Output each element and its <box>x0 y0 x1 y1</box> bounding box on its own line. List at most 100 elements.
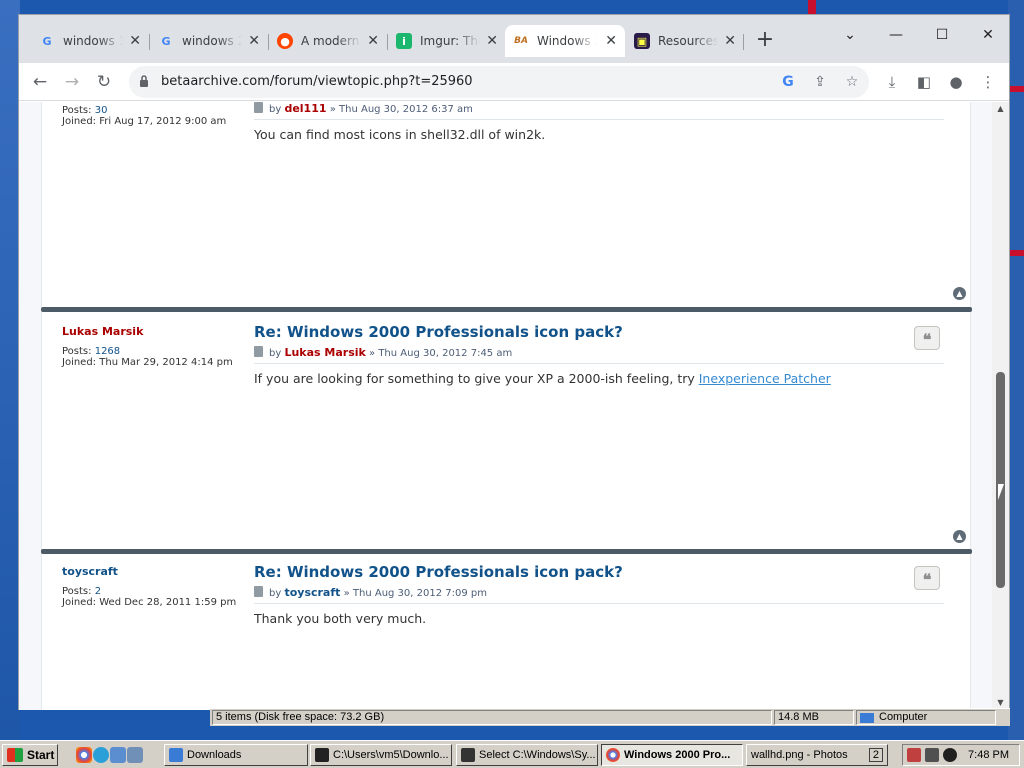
lock-icon[interactable] <box>139 74 149 88</box>
desktop-window-edge <box>808 0 816 14</box>
post-author[interactable]: del111 <box>284 102 326 115</box>
back-arrow-icon[interactable]: ← <box>27 69 53 95</box>
tab-5-active[interactable]: BA Windows 2 ✕ <box>505 25 625 57</box>
profile-avatar-icon[interactable]: ● <box>943 69 969 95</box>
close-icon[interactable]: ✕ <box>605 33 617 49</box>
post-profile: Posts: 30 Joined: Fri Aug 17, 2012 9:00 … <box>62 105 226 127</box>
tab-label: windows 1 <box>63 34 123 48</box>
post-meta: by toyscraft » Thu Aug 30, 2012 7:09 pm <box>254 586 487 599</box>
posts-count[interactable]: 30 <box>95 105 108 116</box>
taskbar-task[interactable]: C:\Users\vm5\Downlo... <box>310 744 452 766</box>
post-icon[interactable] <box>254 102 263 113</box>
browser-window: G windows 1 ✕ G windows 2 ✕ ● A modern ✕… <box>18 14 1010 710</box>
volume-icon[interactable] <box>943 748 957 762</box>
close-window-button[interactable]: ✕ <box>965 21 1011 49</box>
desktop-window-edge <box>1008 250 1024 256</box>
browser-toolbar: ← → ↻ betaarchive.com/forum/viewtopic.ph… <box>19 63 1009 101</box>
show-desktop-icon[interactable] <box>127 747 143 763</box>
taskbar-task-active[interactable]: Windows 2000 Pro... <box>601 744 743 766</box>
menu-kebab-icon[interactable]: ⋮ <box>975 69 1001 95</box>
scroll-up-icon[interactable]: ▲ <box>992 102 1009 116</box>
posts-count[interactable]: 1268 <box>95 346 120 357</box>
google-lens-icon[interactable]: G <box>777 71 799 93</box>
share-icon[interactable]: ⇪ <box>809 71 831 93</box>
explorer-status-bar: 5 items (Disk free space: 73.2 GB) 14.8 … <box>210 708 1010 726</box>
taskbar-task[interactable]: wallhd.png - Photos 2 <box>746 744 888 766</box>
status-cell: 14.8 MB <box>774 710 854 725</box>
tab-4[interactable]: i Imgur: The ✕ <box>388 25 506 57</box>
status-size: 14.8 MB <box>778 711 819 723</box>
reload-icon[interactable]: ↻ <box>91 69 117 95</box>
google-icon: G <box>161 34 171 48</box>
post-username[interactable]: Lukas Marsik <box>62 325 233 338</box>
url-text[interactable]: betaarchive.com/forum/viewtopic.php?t=25… <box>161 74 473 89</box>
tab-label: A modern <box>301 34 360 48</box>
new-tab-button[interactable]: + <box>753 29 777 53</box>
post-icon[interactable] <box>254 586 263 597</box>
task-label: wallhd.png - Photos <box>751 749 848 761</box>
chevron-down-icon[interactable]: ⌄ <box>827 21 873 49</box>
clock[interactable]: 7:48 PM <box>968 749 1009 761</box>
post-date: » Thu Aug 30, 2012 7:09 pm <box>343 588 487 599</box>
scrollbar-thumb[interactable] <box>996 372 1005 588</box>
post-author[interactable]: toyscraft <box>284 586 340 599</box>
forum-page: Posts: 30 Joined: Fri Aug 17, 2012 9:00 … <box>19 102 992 710</box>
back-to-top-icon[interactable]: ▲ <box>953 530 966 543</box>
google-icon: G <box>42 34 52 48</box>
tab-label: windows 2 <box>182 34 242 48</box>
vertical-scrollbar[interactable]: ▲ ▼ <box>992 102 1009 710</box>
quote-button[interactable]: ❝ <box>914 566 940 590</box>
start-button[interactable]: Start <box>2 744 58 766</box>
side-panel-icon[interactable]: ◧ <box>911 69 937 95</box>
download-icon[interactable]: ⤓ <box>879 69 905 95</box>
post-title[interactable]: Re: Windows 2000 Professionals icon pack… <box>254 563 623 581</box>
close-icon[interactable]: ✕ <box>129 33 141 49</box>
close-icon[interactable]: ✕ <box>248 33 260 49</box>
forum-post: toyscraft Posts: 2 Joined: Wed Dec 28, 2… <box>41 554 971 710</box>
post-profile: Lukas Marsik Posts: 1268 Joined: Thu Mar… <box>62 325 233 368</box>
post-body: Thank you both very much. <box>254 611 427 626</box>
close-icon[interactable]: ✕ <box>724 33 736 49</box>
network-icon[interactable] <box>925 748 939 762</box>
post-author[interactable]: Lukas Marsik <box>284 346 365 359</box>
posts-count[interactable]: 2 <box>95 586 101 597</box>
tab-3[interactable]: ● A modern ✕ <box>269 25 387 57</box>
forum-post: Posts: 30 Joined: Fri Aug 17, 2012 9:00 … <box>41 102 971 307</box>
bookmark-star-icon[interactable]: ☆ <box>841 71 863 93</box>
post-icon[interactable] <box>254 346 263 357</box>
task-label: C:\Users\vm5\Downlo... <box>333 749 449 761</box>
desktop-background-right <box>1008 0 1024 740</box>
tab-6[interactable]: ▣ Resources ✕ <box>626 25 744 57</box>
post-body: If you are looking for something to give… <box>254 371 831 386</box>
security-icon[interactable] <box>907 748 921 762</box>
chrome-icon[interactable] <box>76 747 92 763</box>
inexperience-patcher-link[interactable]: Inexperience Patcher <box>699 371 831 386</box>
maximize-button[interactable]: ☐ <box>919 21 965 49</box>
taskbar-task[interactable]: Downloads <box>164 744 308 766</box>
post-username[interactable]: toyscraft <box>62 565 236 578</box>
back-to-top-icon[interactable]: ▲ <box>953 287 966 300</box>
post-divider <box>254 603 944 604</box>
status-cell: 5 items (Disk free space: 73.2 GB) <box>212 710 772 725</box>
tab-label: Imgur: The <box>420 34 480 48</box>
taskbar: Start Downloads C:\Users\vm5\Downlo... S… <box>0 740 1024 768</box>
close-icon[interactable]: ✕ <box>486 33 498 49</box>
edge-icon[interactable] <box>93 747 109 763</box>
windows-flag-icon <box>7 748 23 762</box>
by-label: by <box>269 588 282 599</box>
tab-2[interactable]: G windows 2 ✕ <box>150 25 268 57</box>
taskbar-task[interactable]: Select C:\Windows\Sy... <box>456 744 598 766</box>
minimize-button[interactable]: — <box>873 21 919 49</box>
joined-label: Joined: <box>62 597 97 608</box>
post-title[interactable]: Re: Windows 2000 Professionals icon pack… <box>254 323 623 341</box>
tab-1[interactable]: G windows 1 ✕ <box>31 25 149 57</box>
joined-date: Wed Dec 28, 2011 1:59 pm <box>99 597 237 608</box>
betaarchive-icon: BA <box>514 36 528 46</box>
post-divider <box>254 119 944 120</box>
quote-button[interactable]: ❝ <box>914 326 940 350</box>
close-icon[interactable]: ✕ <box>367 33 379 49</box>
desktop-icon[interactable] <box>110 747 126 763</box>
forward-arrow-icon[interactable]: → <box>59 69 85 95</box>
system-tray: 7:48 PM <box>902 744 1020 766</box>
address-bar[interactable]: betaarchive.com/forum/viewtopic.php?t=25… <box>129 66 869 98</box>
